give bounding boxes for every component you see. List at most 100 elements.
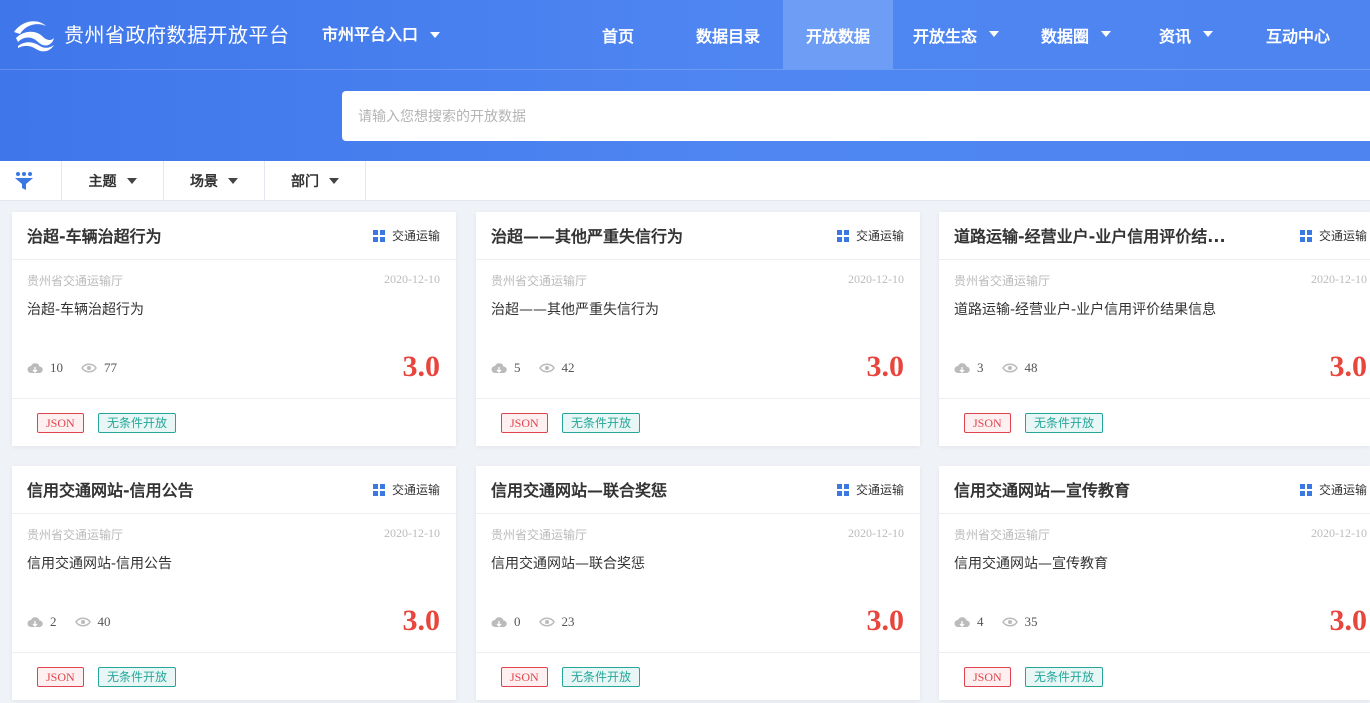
download-cloud-icon — [27, 363, 43, 373]
nav-news[interactable]: 资讯 — [1148, 0, 1224, 70]
filter-theme-dropdown[interactable]: 主题 — [62, 161, 164, 201]
filter-toggle[interactable] — [0, 161, 62, 201]
card-date: 2020-12-10 — [1311, 526, 1367, 540]
card-score: 3.0 — [402, 604, 441, 637]
dataset-card[interactable]: 信用交通网站—联合奖惩 交通运输 贵州省交通运输厅 2020-12-10 信用交… — [476, 466, 920, 700]
view-count: 35 — [1024, 614, 1038, 629]
dataset-card[interactable]: 治超-车辆治超行为 交通运输 贵州省交通运输厅 2020-12-10 治超-车辆… — [12, 212, 456, 446]
card-date: 2020-12-10 — [384, 272, 440, 286]
openness-tag: 无条件开放 — [1025, 413, 1104, 433]
dataset-card[interactable]: 道路运输-经营业户-业户信用评价结... 交通运输 贵州省交通运输厅 2020-… — [939, 212, 1370, 446]
card-department: 贵州省交通运输厅 — [954, 274, 1051, 288]
card-stats: 3 48 — [954, 360, 1038, 376]
card-stats: 5 42 — [491, 360, 575, 376]
card-score: 3.0 — [866, 604, 905, 637]
card-department: 贵州省交通运输厅 — [954, 528, 1051, 542]
card-title[interactable]: 信用交通网站-信用公告 — [27, 480, 194, 502]
category-grid-icon — [836, 484, 849, 496]
card-category-label: 交通运输 — [855, 483, 904, 497]
nav-data-circle[interactable]: 数据圈 — [1030, 0, 1122, 70]
card-header: 治超-车辆治超行为 交通运输 — [12, 212, 456, 260]
platform-logo-icon[interactable] — [12, 18, 56, 52]
nav-news-label: 资讯 — [1158, 27, 1191, 46]
filter-bar: 主题 场景 部门 — [0, 161, 1370, 201]
card-department: 贵州省交通运输厅 — [27, 528, 124, 542]
nav-open-data-label: 开放数据 — [805, 27, 870, 46]
card-category: 交通运输 — [1299, 482, 1367, 498]
nav-interaction-center-label: 互动中心 — [1265, 27, 1330, 46]
card-date: 2020-12-10 — [848, 526, 904, 540]
dataset-card[interactable]: 信用交通网站—宣传教育 交通运输 贵州省交通运输厅 2020-12-10 信用交… — [939, 466, 1370, 700]
chevron-down-icon — [228, 178, 238, 184]
card-description: 信用交通网站—联合奖惩 — [491, 556, 645, 572]
download-cloud-icon — [954, 617, 970, 627]
card-stats: 0 23 — [491, 614, 575, 630]
card-footer: JSON 无条件开放 — [476, 652, 920, 700]
card-department: 贵州省交通运输厅 — [491, 528, 588, 542]
top-nav: 贵州省政府数据开放平台 市州平台入口 首页 数据目录 开放数据 开放生态 数据圈… — [0, 0, 1370, 70]
card-description: 治超-车辆治超行为 — [27, 302, 145, 318]
format-tag: JSON — [37, 413, 84, 433]
card-category-label: 交通运输 — [1318, 229, 1367, 243]
filter-department-dropdown[interactable]: 部门 — [265, 161, 366, 201]
nav-open-ecosystem-label: 开放生态 — [912, 27, 977, 46]
download-cloud-icon — [954, 363, 970, 373]
city-platform-entry[interactable]: 市州平台入口 — [322, 24, 441, 46]
openness-tag: 无条件开放 — [562, 667, 641, 687]
card-department: 贵州省交通运输厅 — [491, 274, 588, 288]
card-header: 治超——其他严重失信行为 交通运输 — [476, 212, 920, 260]
eye-icon — [538, 617, 555, 627]
view-count: 48 — [1024, 360, 1038, 375]
eye-icon — [1001, 617, 1018, 627]
download-count: 2 — [50, 614, 57, 629]
card-category-label: 交通运输 — [391, 229, 440, 243]
card-title[interactable]: 治超——其他严重失信行为 — [491, 226, 683, 248]
card-header: 信用交通网站—宣传教育 交通运输 — [939, 466, 1370, 514]
nav-data-catalog[interactable]: 数据目录 — [674, 0, 782, 70]
format-tag: JSON — [501, 667, 548, 687]
header-banner: 贵州省政府数据开放平台 市州平台入口 首页 数据目录 开放数据 开放生态 数据圈… — [0, 0, 1370, 161]
nav-home[interactable]: 首页 — [572, 0, 664, 70]
card-category-label: 交通运输 — [391, 483, 440, 497]
card-category: 交通运输 — [836, 228, 904, 244]
dataset-card[interactable]: 信用交通网站-信用公告 交通运输 贵州省交通运输厅 2020-12-10 信用交… — [12, 466, 456, 700]
card-score: 3.0 — [1329, 350, 1368, 383]
filter-funnel-icon — [15, 172, 33, 190]
card-stats: 10 77 — [27, 360, 117, 376]
view-count: 42 — [561, 360, 575, 375]
card-footer: JSON 无条件开放 — [939, 398, 1370, 446]
download-cloud-icon — [27, 617, 43, 627]
format-tag: JSON — [501, 413, 548, 433]
download-cloud-icon — [491, 363, 507, 373]
card-title[interactable]: 信用交通网站—联合奖惩 — [491, 480, 667, 502]
card-header: 信用交通网站—联合奖惩 交通运输 — [476, 466, 920, 514]
card-title[interactable]: 信用交通网站—宣传教育 — [954, 480, 1130, 502]
category-grid-icon — [372, 230, 385, 242]
nav-open-data[interactable]: 开放数据 — [783, 0, 893, 70]
card-date: 2020-12-10 — [1311, 272, 1367, 286]
card-category: 交通运输 — [372, 482, 440, 498]
download-count: 0 — [514, 614, 521, 629]
filter-scene-dropdown[interactable]: 场景 — [164, 161, 265, 201]
search-input[interactable] — [342, 91, 1370, 141]
platform-name[interactable]: 贵州省政府数据开放平台 — [64, 21, 290, 49]
card-header: 信用交通网站-信用公告 交通运输 — [12, 466, 456, 514]
card-stats: 2 40 — [27, 614, 111, 630]
eye-icon — [81, 363, 97, 373]
chevron-down-icon — [430, 31, 441, 38]
card-description: 道路运输-经营业户-业户信用评价结果信息 — [954, 302, 1217, 318]
card-category: 交通运输 — [836, 482, 904, 498]
openness-tag: 无条件开放 — [562, 413, 641, 433]
card-description: 信用交通网站—宣传教育 — [954, 556, 1108, 572]
dataset-card[interactable]: 治超——其他严重失信行为 交通运输 贵州省交通运输厅 2020-12-10 治超… — [476, 212, 920, 446]
card-department: 贵州省交通运输厅 — [27, 274, 124, 288]
card-title[interactable]: 治超-车辆治超行为 — [27, 226, 162, 248]
download-count: 3 — [977, 360, 984, 375]
card-title[interactable]: 道路运输-经营业户-业户信用评价结... — [954, 226, 1226, 248]
category-grid-icon — [1299, 230, 1312, 242]
chevron-down-icon — [126, 178, 137, 184]
nav-interaction-center[interactable]: 互动中心 — [1254, 0, 1342, 70]
card-category: 交通运输 — [372, 228, 440, 244]
nav-open-ecosystem[interactable]: 开放生态 — [900, 0, 1012, 70]
format-tag: JSON — [964, 667, 1011, 687]
